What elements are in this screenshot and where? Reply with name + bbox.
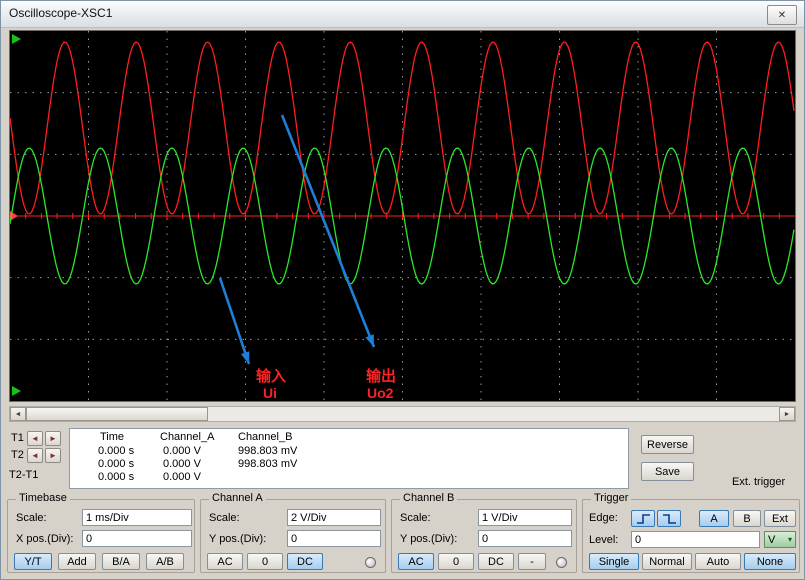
trigger-auto-button[interactable]: Auto	[695, 553, 741, 570]
measurement-readout: Time Channel_A Channel_B 0.000 s 0.000 V…	[69, 428, 629, 489]
trigger-level-label: Level:	[589, 534, 618, 546]
ext-trigger-label: Ext. trigger	[732, 476, 785, 488]
right-arrow-icon: ►	[49, 451, 57, 460]
scroll-right-button[interactable]: ►	[779, 407, 795, 421]
timebase-group: Timebase Scale: X pos.(Div): Y/T Add B/A…	[7, 499, 195, 573]
trigger-normal-button[interactable]: Normal	[642, 553, 692, 570]
channel-a-scale-input[interactable]	[287, 509, 381, 526]
scroll-right-icon: ►	[784, 411, 791, 418]
trigger-edge-label: Edge:	[589, 512, 618, 524]
ba-mode-button[interactable]: B/A	[102, 553, 140, 570]
channel-b-scale-label: Scale:	[400, 512, 431, 524]
edge-rising-button[interactable]	[631, 510, 655, 527]
t2-time-value: 0.000 s	[98, 458, 134, 470]
trigger-source-a-button[interactable]: A	[699, 510, 729, 527]
edge-falling-button[interactable]	[657, 510, 681, 527]
channel-a-scale-label: Scale:	[209, 512, 240, 524]
channel-a-ground-button[interactable]: 0	[247, 553, 283, 570]
channel-b-title: Channel B	[400, 492, 457, 504]
cursor-t2-label: T2	[11, 449, 24, 461]
svg-text:输入: 输入	[256, 367, 286, 385]
trigger-source-b-button[interactable]: B	[733, 510, 761, 527]
cursor-t2t1-label: T2-T1	[9, 469, 38, 481]
t2-channel-a-value: 0.000 V	[163, 458, 201, 470]
timebase-xpos-label: X pos.(Div):	[16, 533, 73, 545]
oscilloscope-display: 输入Ui 输出Uo2	[10, 31, 795, 401]
titlebar[interactable]: Oscilloscope-XSC1 ✕	[1, 1, 804, 28]
chevron-down-icon: ▾	[788, 535, 792, 544]
t1-time-value: 0.000 s	[98, 445, 134, 457]
readout-header-time: Time	[100, 431, 124, 443]
right-arrow-icon: ►	[49, 434, 57, 443]
cursor-t1-label: T1	[11, 432, 24, 444]
svg-text:Ui: Ui	[263, 385, 277, 401]
timebase-title: Timebase	[16, 492, 70, 504]
channel-a-ac-button[interactable]: AC	[207, 553, 243, 570]
channel-b-dc-button[interactable]: DC	[478, 553, 514, 570]
timebase-scale-input[interactable]	[82, 509, 192, 526]
trigger-none-button[interactable]: None	[744, 553, 796, 570]
window-title: Oscilloscope-XSC1	[9, 6, 112, 20]
channel-b-invert-button[interactable]: -	[518, 553, 546, 570]
reverse-button[interactable]: Reverse	[641, 435, 694, 454]
trigger-single-button[interactable]: Single	[589, 553, 639, 570]
scope-display-frame: 输入Ui 输出Uo2	[9, 30, 796, 402]
yt-mode-button[interactable]: Y/T	[14, 553, 52, 570]
add-mode-button[interactable]: Add	[58, 553, 96, 570]
falling-edge-icon	[662, 513, 677, 525]
close-button[interactable]: ✕	[767, 5, 797, 25]
t1-left-button[interactable]: ◄	[27, 431, 43, 446]
trigger-title: Trigger	[591, 492, 631, 504]
t2t1-time-value: 0.000 s	[98, 471, 134, 483]
svg-text:Uo2: Uo2	[367, 385, 394, 401]
t2-right-button[interactable]: ►	[45, 448, 61, 463]
channel-a-title: Channel A	[209, 492, 266, 504]
channel-a-terminal-icon	[365, 557, 376, 568]
left-arrow-icon: ◄	[31, 451, 39, 460]
channel-b-group: Channel B Scale: Y pos.(Div): AC 0 DC -	[391, 499, 577, 573]
channel-b-scale-input[interactable]	[478, 509, 572, 526]
left-arrow-icon: ◄	[31, 434, 39, 443]
channel-a-ypos-input[interactable]	[287, 530, 381, 547]
channel-b-terminal-icon	[556, 557, 567, 568]
t2-channel-b-value: 998.803 mV	[238, 458, 297, 470]
trigger-group: Trigger Edge: A B Ext Level: V ▾ Single …	[582, 499, 800, 573]
scroll-left-button[interactable]: ◄	[10, 407, 26, 421]
readout-header-channel-b: Channel_B	[238, 431, 292, 443]
close-icon: ✕	[778, 10, 786, 21]
readout-header-channel-a: Channel_A	[160, 431, 214, 443]
channel-b-ground-button[interactable]: 0	[438, 553, 474, 570]
oscilloscope-window: Oscilloscope-XSC1 ✕ 输入Ui 输出Uo2 ◄ ► T1 ◄ ►…	[0, 0, 805, 580]
timebase-xpos-input[interactable]	[82, 530, 192, 547]
trigger-level-input[interactable]	[631, 531, 760, 548]
t2-left-button[interactable]: ◄	[27, 448, 43, 463]
t1-channel-b-value: 998.803 mV	[238, 445, 297, 457]
channel-b-ypos-label: Y pos.(Div):	[400, 533, 457, 545]
rising-edge-icon	[636, 513, 651, 525]
channel-a-ypos-label: Y pos.(Div):	[209, 533, 266, 545]
channel-b-ypos-input[interactable]	[478, 530, 572, 547]
channel-b-ac-button[interactable]: AC	[398, 553, 434, 570]
scroll-thumb[interactable]	[26, 407, 208, 421]
t2t1-channel-a-value: 0.000 V	[163, 471, 201, 483]
channel-a-dc-button[interactable]: DC	[287, 553, 323, 570]
t1-channel-a-value: 0.000 V	[163, 445, 201, 457]
channel-a-group: Channel A Scale: Y pos.(Div): AC 0 DC	[200, 499, 386, 573]
ab-mode-button[interactable]: A/B	[146, 553, 184, 570]
t1-right-button[interactable]: ►	[45, 431, 61, 446]
scroll-left-icon: ◄	[15, 411, 22, 418]
trigger-level-unit-select[interactable]: V ▾	[764, 531, 796, 548]
save-button[interactable]: Save	[641, 462, 694, 481]
trigger-source-ext-button[interactable]: Ext	[764, 510, 796, 527]
svg-text:输出: 输出	[366, 367, 396, 385]
scope-scrollbar[interactable]: ◄ ►	[9, 406, 796, 422]
timebase-scale-label: Scale:	[16, 512, 47, 524]
